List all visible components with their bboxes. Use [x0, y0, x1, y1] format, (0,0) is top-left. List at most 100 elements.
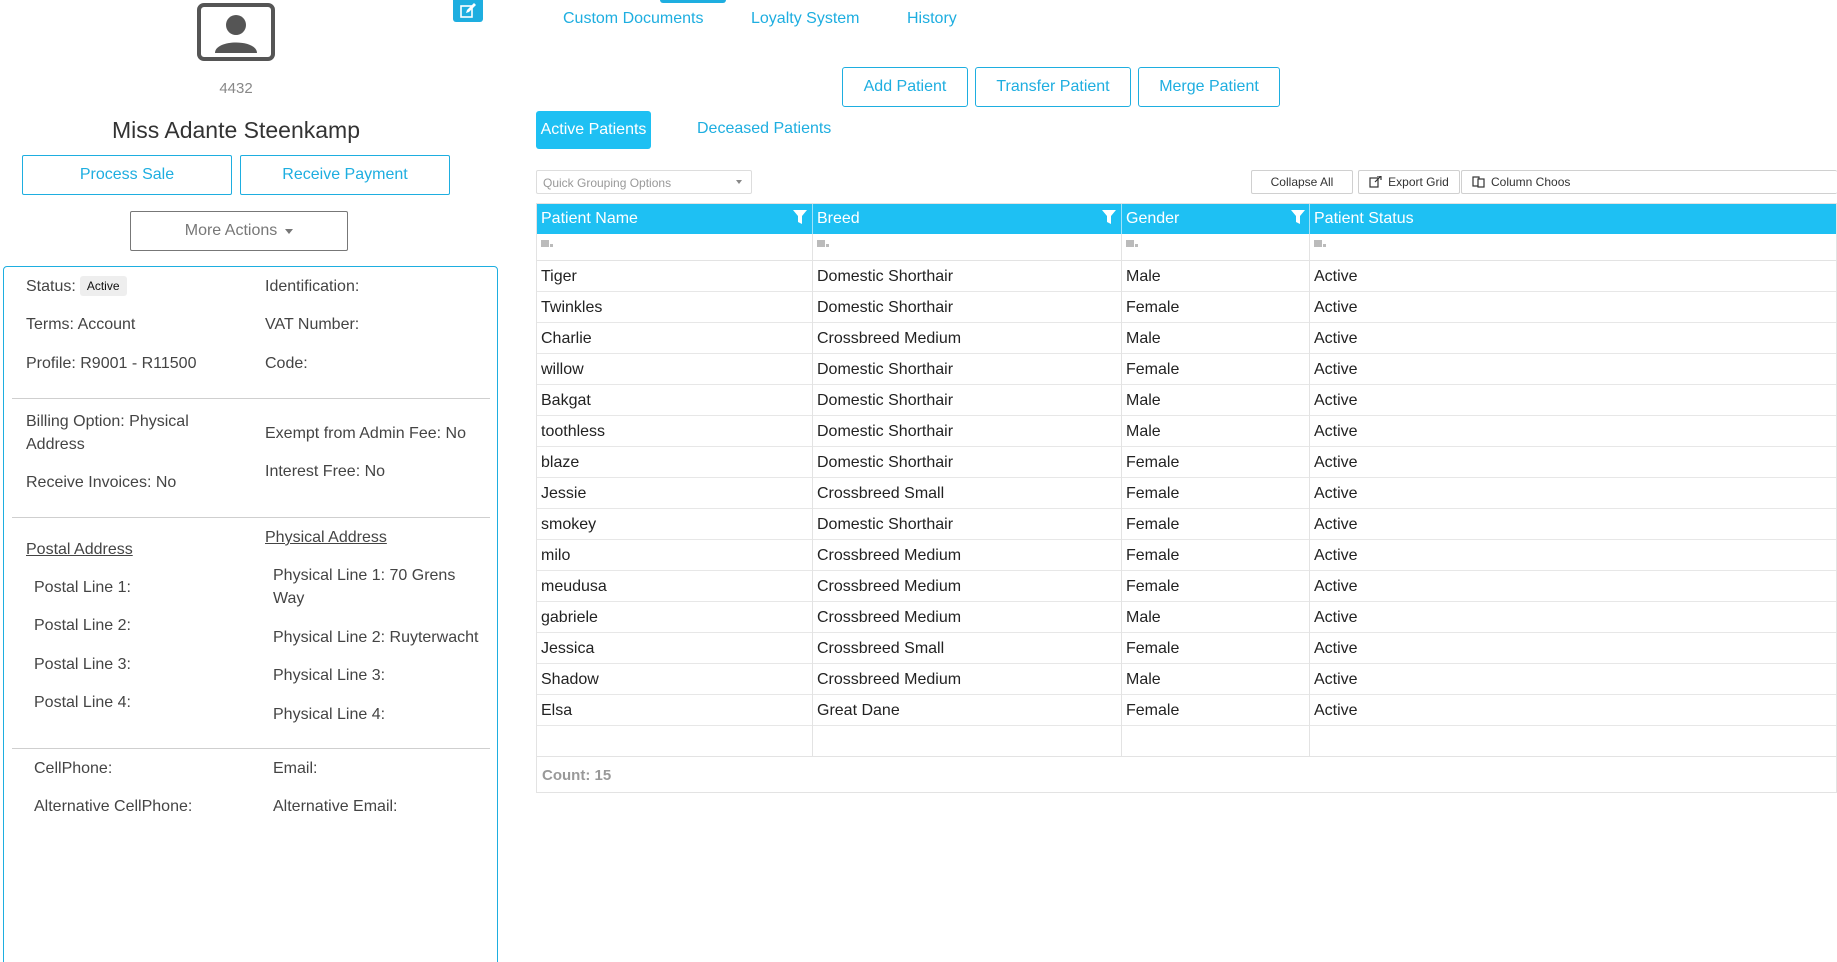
email-label: Email:	[273, 760, 318, 777]
empty-row	[537, 726, 1836, 757]
table-row[interactable]: milo Crossbreed Medium Female Active	[537, 540, 1836, 571]
table-cell: Crossbreed Small	[813, 478, 1122, 509]
table-cell: Bakgat	[537, 385, 813, 416]
client-info-box: Status: Active Identification: Terms: Acc…	[3, 266, 498, 962]
table-cell: Domestic Shorthair	[813, 509, 1122, 540]
table-cell: Active	[1314, 640, 1358, 657]
table-row[interactable]: Twinkles Domestic Shorthair Female Active	[537, 292, 1836, 323]
table-row[interactable]: Charlie Crossbreed Medium Male Active	[537, 323, 1836, 354]
active-tab-indicator	[660, 0, 726, 3]
table-row[interactable]: gabriele Crossbreed Medium Male Active	[537, 602, 1836, 633]
table-cell	[1310, 726, 1836, 757]
table-cell	[537, 726, 813, 757]
table-cell: Charlie	[537, 323, 813, 354]
table-row[interactable]: Shadow Crossbreed Medium Male Active	[537, 664, 1836, 695]
divider	[12, 517, 490, 518]
table-row[interactable]: toothless Domestic Shorthair Male Active	[537, 416, 1836, 447]
table-cell: Domestic Shorthair	[813, 261, 1122, 292]
filter-cell-patient-name[interactable]	[537, 234, 813, 261]
table-cell: Female	[1122, 695, 1310, 726]
table-cell: gabriele	[537, 602, 813, 633]
tab-loyalty-system[interactable]: Loyalty System	[751, 10, 859, 28]
status-label: Status:	[26, 278, 76, 295]
table-cell: Female	[1122, 447, 1310, 478]
column-chooser-label: Column Choos	[1491, 175, 1571, 189]
table-cell: Domestic Shorthair	[813, 354, 1122, 385]
table-row[interactable]: meudusa Crossbreed Medium Female Active	[537, 571, 1836, 602]
text-filter-icon	[817, 240, 829, 247]
physical-line-4: Physical Line 4:	[273, 706, 386, 723]
table-cell: Active	[1314, 516, 1358, 533]
table-cell: Active	[1314, 609, 1358, 626]
table-cell: Male	[1122, 664, 1310, 695]
postal-line-1: Postal Line 1:	[34, 579, 131, 596]
receive-payment-button[interactable]: Receive Payment	[240, 155, 450, 195]
more-actions-label: More Actions	[184, 222, 278, 239]
more-actions-button[interactable]: More Actions	[130, 211, 348, 251]
physical-address-header: Physical Address	[265, 529, 387, 546]
table-row[interactable]: Tiger Domestic Shorthair Male Active	[537, 261, 1836, 292]
filter-icon[interactable]	[1102, 210, 1116, 224]
transfer-patient-button[interactable]: Transfer Patient	[975, 67, 1131, 107]
table-cell: Crossbreed Medium	[813, 571, 1122, 602]
postal-line-4: Postal Line 4:	[34, 694, 131, 711]
column-header-breed[interactable]: Breed	[813, 204, 1122, 234]
grid-count: Count: 15	[537, 756, 1836, 792]
patients-grid: Patient Name Breed Gender Patient Status…	[536, 203, 1837, 793]
export-grid-button[interactable]: Export Grid	[1358, 170, 1460, 194]
table-row[interactable]: Jessica Crossbreed Small Female Active	[537, 633, 1836, 664]
table-cell: Crossbreed Small	[813, 633, 1122, 664]
filter-icon[interactable]	[1291, 210, 1305, 224]
tab-custom-documents[interactable]: Custom Documents	[563, 10, 704, 28]
table-cell: Female	[1122, 633, 1310, 664]
process-sale-button[interactable]: Process Sale	[22, 155, 232, 195]
table-row[interactable]: smokey Domestic Shorthair Female Active	[537, 509, 1836, 540]
filter-row	[537, 234, 1836, 261]
patients-panel: Custom Documents Loyalty System History …	[505, 0, 1837, 962]
edit-client-button[interactable]	[453, 0, 483, 22]
table-cell	[813, 726, 1122, 757]
table-cell: Active	[1314, 268, 1358, 285]
table-row[interactable]: willow Domestic Shorthair Female Active	[537, 354, 1836, 385]
table-cell: Active	[1314, 392, 1358, 409]
tab-active-patients[interactable]: Active Patients	[536, 111, 651, 149]
column-header-patient-name[interactable]: Patient Name	[537, 204, 813, 234]
table-cell: smokey	[537, 509, 813, 540]
client-panel: 4432 Miss Adante Steenkamp Process Sale …	[0, 0, 505, 962]
physical-line-1a: Physical Line 1: 70 Grens	[273, 567, 456, 584]
merge-patient-button[interactable]: Merge Patient	[1138, 67, 1280, 107]
tab-deceased-patients[interactable]: Deceased Patients	[697, 120, 831, 138]
column-header-gender[interactable]: Gender	[1122, 204, 1310, 234]
tab-history[interactable]: History	[907, 10, 957, 28]
table-cell: Male	[1122, 602, 1310, 633]
column-header-patient-status[interactable]: Patient Status	[1310, 204, 1836, 234]
physical-line-2: Physical Line 2: Ruyterwacht	[273, 629, 479, 646]
filter-cell-breed[interactable]	[813, 234, 1122, 261]
postal-line-2: Postal Line 2:	[34, 617, 131, 634]
exempt-admin-fee-text: Exempt from Admin Fee: No	[265, 425, 466, 442]
table-row[interactable]: Bakgat Domestic Shorthair Male Active	[537, 385, 1836, 416]
table-cell: Male	[1122, 416, 1310, 447]
quick-grouping-select[interactable]: Quick Grouping Options	[536, 170, 752, 194]
table-cell: Crossbreed Medium	[813, 602, 1122, 633]
column-header-label: Patient Status	[1314, 210, 1414, 227]
filter-cell-patient-status[interactable]	[1310, 234, 1836, 261]
quick-grouping-placeholder: Quick Grouping Options	[543, 176, 672, 190]
alt-email-label: Alternative Email:	[273, 798, 398, 815]
table-row[interactable]: Jessie Crossbreed Small Female Active	[537, 478, 1836, 509]
caret-down-icon	[285, 228, 294, 234]
text-filter-icon	[541, 240, 553, 247]
collapse-all-button[interactable]: Collapse All	[1251, 170, 1353, 194]
filter-icon[interactable]	[793, 210, 807, 224]
add-patient-button[interactable]: Add Patient	[842, 67, 968, 107]
table-row[interactable]: blaze Domestic Shorthair Female Active	[537, 447, 1836, 478]
table-cell: Active	[1314, 330, 1358, 347]
caret-down-icon	[736, 180, 742, 184]
interest-free-text: Interest Free: No	[265, 463, 386, 480]
column-chooser-button[interactable]: Column Choos	[1461, 170, 1837, 194]
code-label: Code:	[265, 355, 308, 372]
filter-cell-gender[interactable]	[1122, 234, 1310, 261]
billing-option-line1: Billing Option: Physical	[26, 413, 189, 430]
table-row[interactable]: Elsa Great Dane Female Active	[537, 695, 1836, 726]
physical-line-3: Physical Line 3:	[273, 667, 386, 684]
